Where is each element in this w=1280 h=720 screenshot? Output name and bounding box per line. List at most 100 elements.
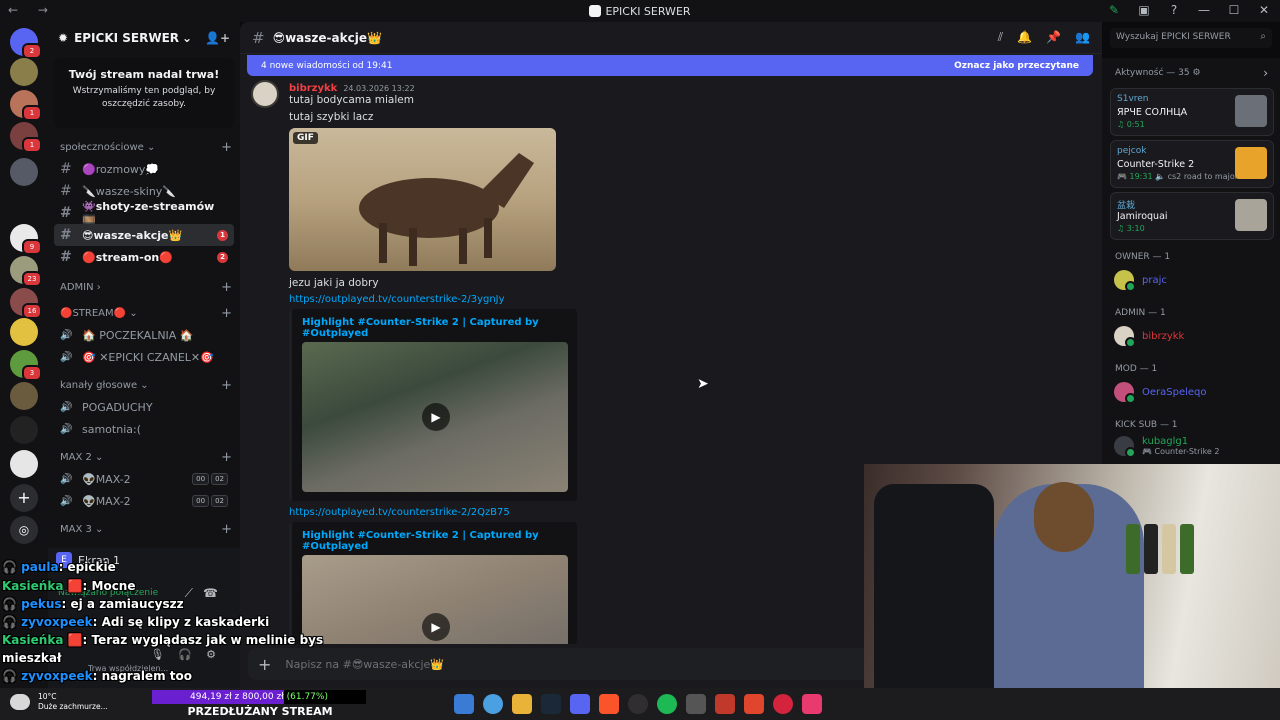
headphones-icon[interactable]: 🎧	[178, 648, 206, 661]
member-item[interactable]: kubaglg1 🎮 Counter-Strike 2	[1114, 436, 1219, 458]
channel-stream-on[interactable]: # 🔴stream-on🔴 2	[54, 246, 234, 268]
message-link[interactable]: https://outplayed.tv/counterstrike-2/2Qz…	[289, 507, 510, 518]
play-icon[interactable]: ▶	[422, 613, 450, 641]
activity-card[interactable]: S1vren ЯРЧЕ СОЛНЦА ♫ 0:51	[1110, 88, 1274, 136]
channel-shoty[interactable]: # 👾shoty-ze-streamów🎞️	[54, 200, 234, 226]
member-item[interactable]: OeraSpeleqo	[1114, 382, 1207, 404]
server-icon-7[interactable]: 16	[10, 288, 42, 319]
member-item[interactable]: prajc	[1114, 270, 1167, 292]
category-stream[interactable]: 🔴STREAM🔴 ⌄ +	[48, 302, 240, 324]
link-embed: Highlight #Counter-Strike 2 | Captured b…	[289, 309, 577, 501]
invite-icon[interactable]: 👤+	[205, 31, 230, 45]
message-link[interactable]: https://outplayed.tv/counterstrike-2/3yg…	[289, 294, 505, 305]
attach-icon[interactable]: +	[258, 655, 271, 674]
voice-channel-max2[interactable]: 🔊 👽MAX-2 00 02	[54, 468, 234, 490]
server-header[interactable]: ✹ EPICKI SERWER ⌄ 👤+	[48, 22, 240, 54]
activity-card[interactable]: 盆栽 Jamiroquai ♫ 3:10	[1110, 192, 1274, 240]
server-icon-8[interactable]	[10, 318, 38, 346]
pin-icon[interactable]: 📌	[1046, 30, 1061, 45]
album-art	[1235, 199, 1267, 231]
threads-icon[interactable]: ⫽	[998, 30, 1003, 45]
add-channel-icon[interactable]: +	[221, 522, 232, 537]
bell-icon[interactable]: 🔔	[1017, 30, 1032, 45]
app4-icon[interactable]	[773, 694, 793, 714]
server-icon-1[interactable]	[10, 58, 38, 86]
mark-read-button[interactable]: Oznacz jako przeczytane	[954, 61, 1079, 71]
steam-icon[interactable]	[541, 694, 561, 714]
server-icon-9[interactable]: 3	[10, 350, 42, 381]
obs-icon[interactable]	[628, 694, 648, 714]
server-icon-4[interactable]	[10, 158, 38, 186]
inbox-icon[interactable]: ▣	[1136, 3, 1152, 17]
windows-icon[interactable]	[454, 694, 474, 714]
weather-widget[interactable]: 10°C Duże zachmurze...	[10, 692, 108, 712]
chevron-right-icon[interactable]: ›	[1263, 66, 1268, 80]
add-channel-icon[interactable]: +	[221, 378, 232, 393]
server-icon-5[interactable]: 9	[10, 224, 42, 255]
channel-rozmowy[interactable]: # 🟣rozmowy💭	[54, 158, 234, 180]
direct-messages-icon[interactable]: 2	[10, 28, 42, 59]
user-controls: 🎙🎧⚙	[150, 648, 230, 661]
server-icon-3[interactable]: 1	[10, 122, 42, 153]
new-messages-bar[interactable]: 4 nowe wiadomości od 19:41 Oznacz jako p…	[247, 55, 1093, 76]
message-author[interactable]: bibrzykk	[289, 83, 337, 94]
server-icon-11[interactable]	[10, 416, 38, 444]
voice-channel-poczekalnia[interactable]: 🔊 🏠 POCZEKALNIA 🏠	[54, 324, 234, 346]
gif-attachment[interactable]: GIF	[289, 128, 556, 271]
minimize-button[interactable]: —	[1196, 3, 1212, 17]
help-icon[interactable]: ?	[1166, 3, 1182, 17]
add-channel-icon[interactable]: +	[221, 280, 232, 295]
app2-icon[interactable]	[715, 694, 735, 714]
disconnect-icon[interactable]: ☎	[203, 586, 228, 600]
settings-icon[interactable]: ⚙	[206, 648, 230, 661]
add-channel-icon[interactable]: +	[221, 140, 232, 155]
category-max3[interactable]: MAX 3 ⌄ +	[48, 518, 240, 540]
video-thumbnail[interactable]: ▶	[302, 555, 568, 644]
category-voice[interactable]: kanały głosowe ⌄ +	[48, 374, 240, 396]
search-input[interactable]: Wyszukaj EPICKI SERWER ⌕	[1110, 28, 1272, 48]
mic-icon[interactable]: 🎙	[150, 648, 178, 661]
taskbar-icons	[454, 694, 822, 714]
server-badge: 16	[22, 303, 42, 319]
embed-title[interactable]: Highlight #Counter-Strike 2 | Captured b…	[302, 317, 577, 339]
maximize-button[interactable]: ☐	[1226, 3, 1242, 17]
category-max2[interactable]: MAX 2 ⌄ +	[48, 446, 240, 468]
overlay-message: 🎧 zyvoxpeek: Adi sę klipy z kaskaderki	[2, 615, 270, 629]
server-icon-10[interactable]	[10, 382, 38, 410]
close-button[interactable]: ✕	[1256, 3, 1272, 17]
composer-placeholder[interactable]: Napisz na #😎wasze-akcje👑	[285, 658, 444, 671]
voice-channel-samotnia[interactable]: 🔊 samotnia:(	[54, 418, 234, 440]
play-icon[interactable]: ▶	[422, 403, 450, 431]
app3-icon[interactable]	[744, 694, 764, 714]
voice-channel-pogaduchy[interactable]: 🔊 POGADUCHY	[54, 396, 234, 418]
category-social[interactable]: społecznościowe ⌄ +	[48, 136, 240, 158]
activity-card[interactable]: pejcok Counter-Strike 2 🎮 19:31 🔈 cs2 ro…	[1110, 140, 1274, 188]
app-icon[interactable]	[686, 694, 706, 714]
brave-icon[interactable]	[599, 694, 619, 714]
server-icon-6[interactable]: 23	[10, 256, 42, 287]
video-thumbnail[interactable]: ▶	[302, 342, 568, 492]
server-icon-12[interactable]	[10, 450, 38, 478]
members-icon[interactable]: 👥	[1075, 30, 1090, 45]
add-server-icon[interactable]: +	[10, 484, 38, 512]
spotify-icon[interactable]	[657, 694, 677, 714]
discord-icon[interactable]	[570, 694, 590, 714]
channel-wasze-skiny[interactable]: # 🔪wasze-skiny🔪	[54, 180, 234, 202]
explorer-icon[interactable]	[512, 694, 532, 714]
leaf-icon[interactable]: ✎	[1106, 3, 1122, 17]
category-admin[interactable]: ADMIN › +	[48, 276, 240, 298]
avatar[interactable]	[251, 80, 279, 108]
tiktok-icon[interactable]	[802, 694, 822, 714]
channel-wasze-akcje[interactable]: # 😎wasze-akcje👑 1	[54, 224, 234, 246]
discover-icon[interactable]: ◎	[10, 516, 38, 544]
server-icon-2[interactable]: 1	[10, 90, 42, 121]
member-item[interactable]: bibrzykk	[1114, 326, 1184, 348]
add-channel-icon[interactable]: +	[221, 306, 232, 321]
title-bar: ← → EPICKI SERWER ✎ ▣ ? — ☐ ✕	[0, 0, 1280, 22]
noise-icon[interactable]: ⟋	[185, 586, 203, 600]
voice-channel-max2[interactable]: 🔊 👽MAX-2 00 02	[54, 490, 234, 512]
voice-channel-epicki[interactable]: 🔊 🎯 ✕EPICKI CZANEL✕🎯	[54, 346, 234, 368]
add-channel-icon[interactable]: +	[221, 450, 232, 465]
chrome-icon[interactable]	[483, 694, 503, 714]
embed-title[interactable]: Highlight #Counter-Strike 2 | Captured b…	[302, 530, 577, 552]
